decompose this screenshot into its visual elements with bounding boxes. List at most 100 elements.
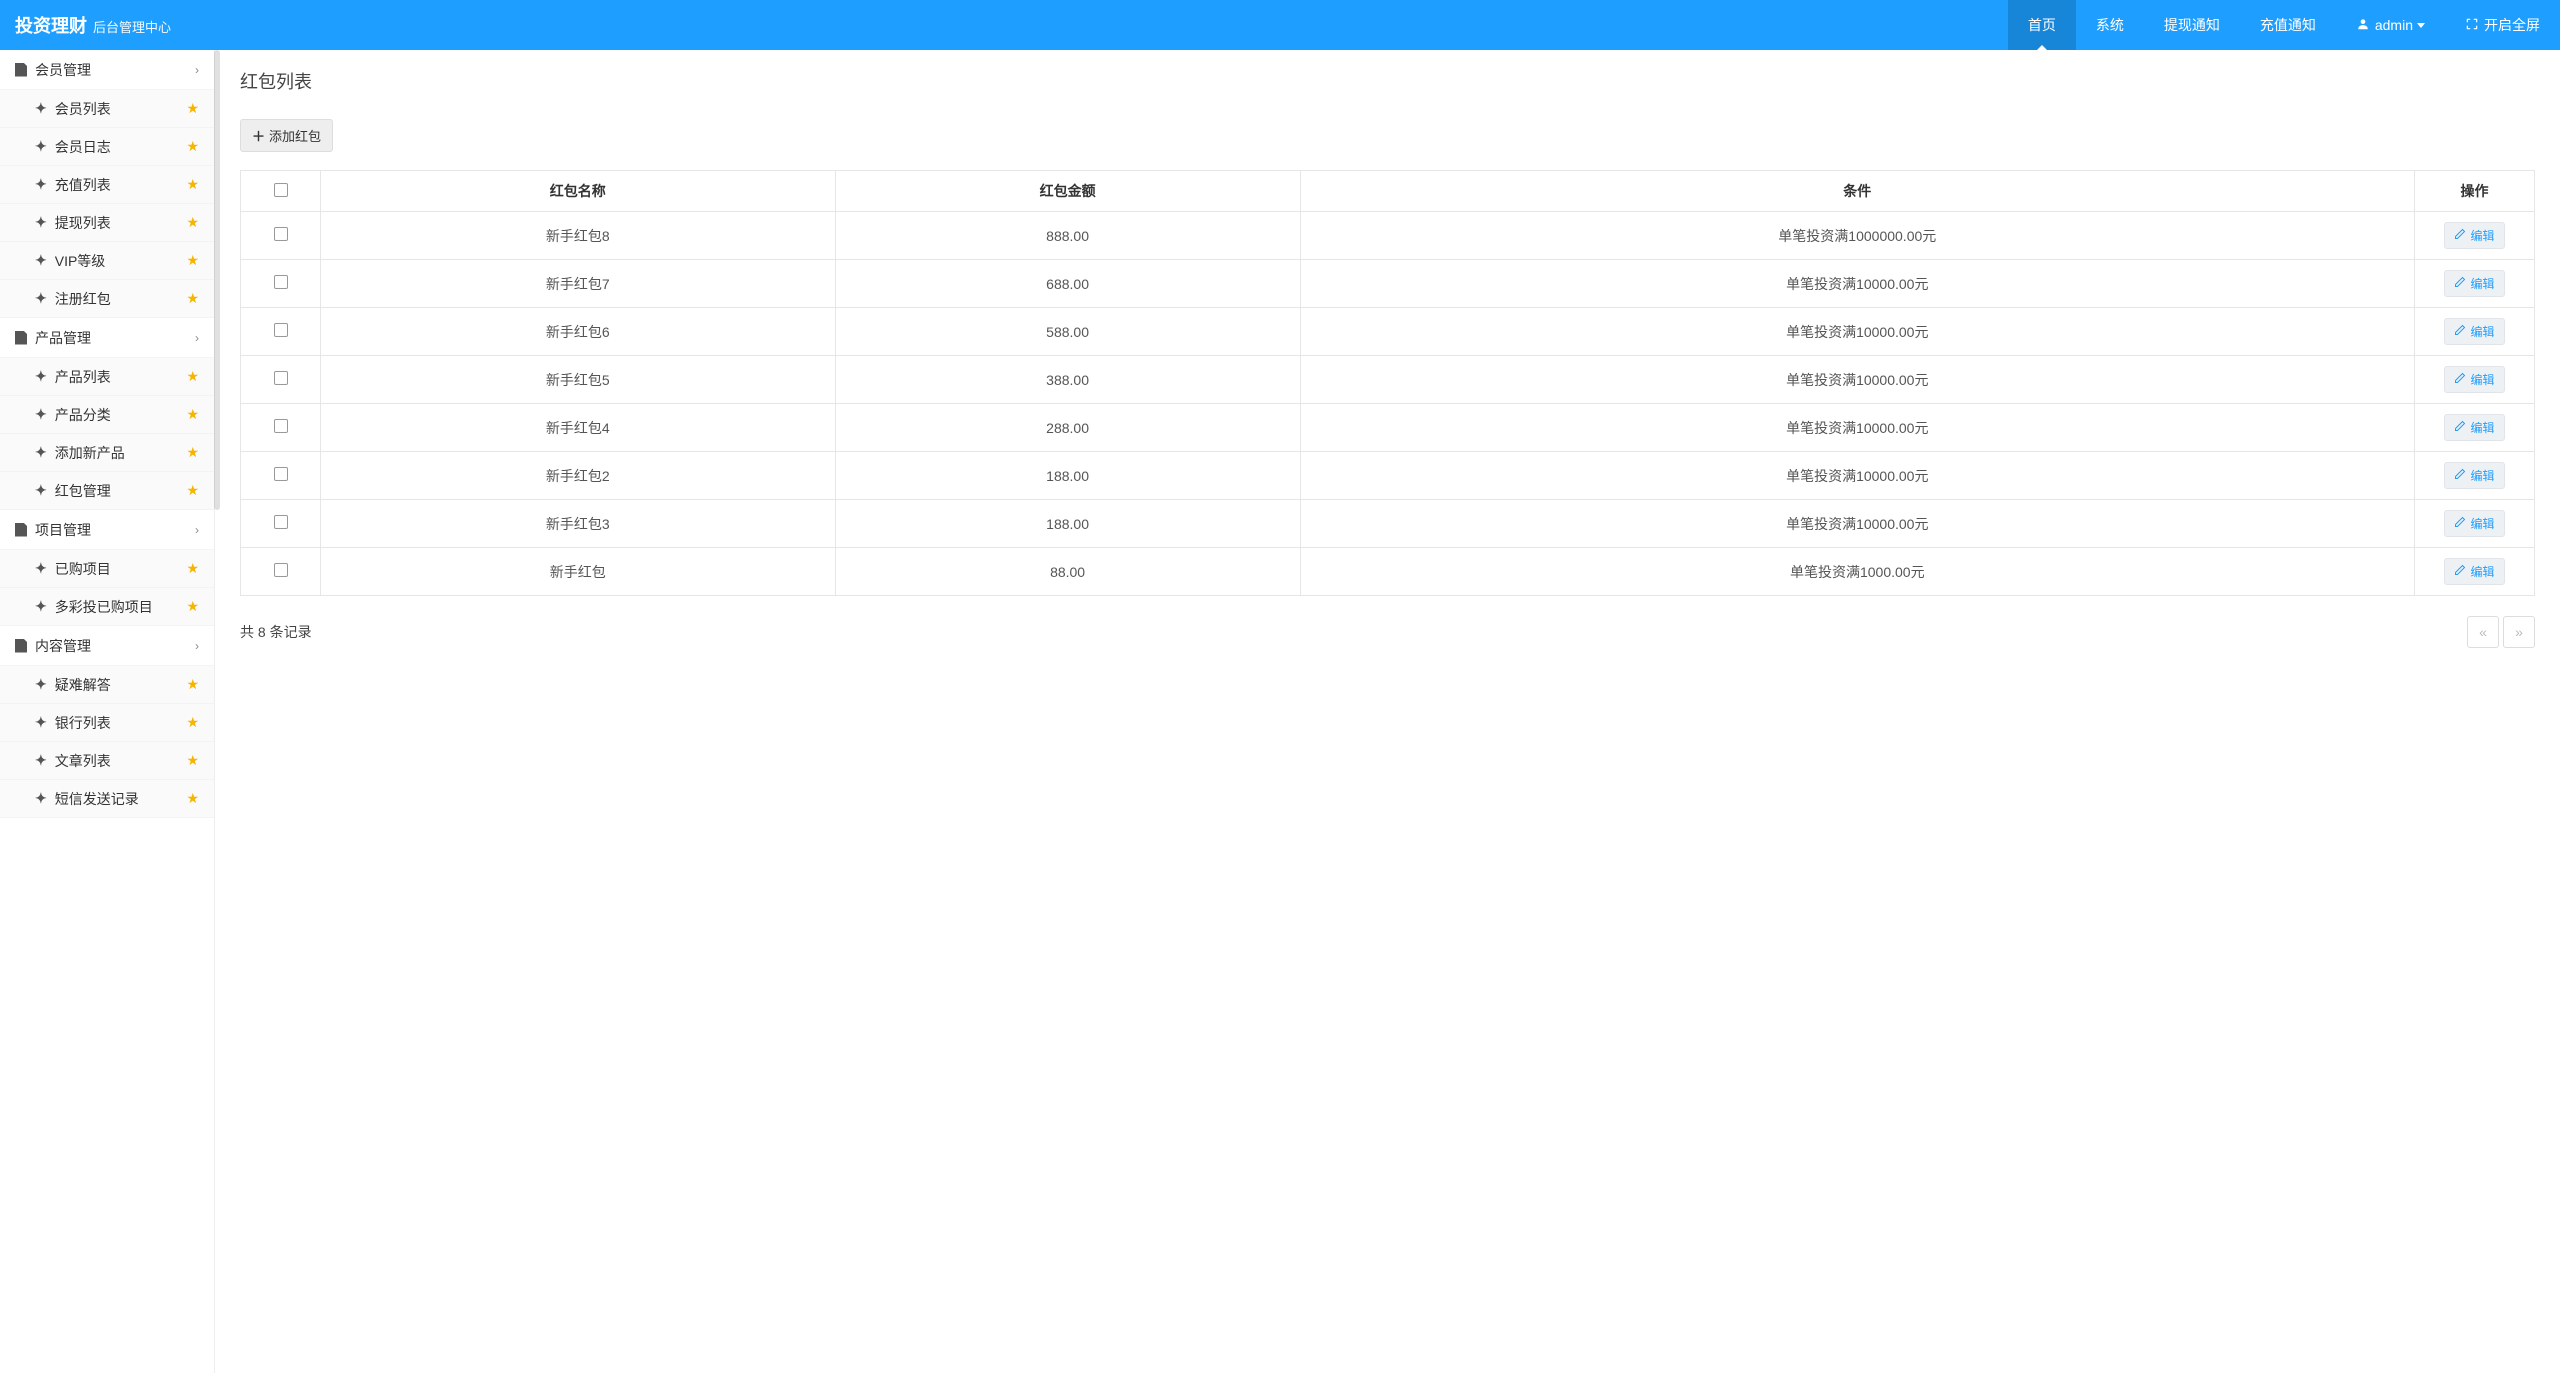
pager-prev[interactable]: « <box>2467 616 2499 648</box>
edit-button[interactable]: 编辑 <box>2444 510 2504 537</box>
pencil-icon <box>2454 468 2466 483</box>
edit-button[interactable]: 编辑 <box>2444 558 2504 585</box>
fullscreen-button[interactable]: 开启全屏 <box>2445 0 2560 50</box>
select-all-checkbox[interactable] <box>274 183 288 197</box>
menu-item-label: 文章列表 <box>55 751 111 771</box>
menu-group-2[interactable]: 项目管理› <box>0 510 214 550</box>
menu-item-0-2[interactable]: ✦充值列表★ <box>0 166 214 204</box>
menu-item-0-5[interactable]: ✦注册红包★ <box>0 280 214 318</box>
row-checkbox[interactable] <box>274 371 288 385</box>
nav-item-3[interactable]: 充值通知 <box>2240 0 2336 50</box>
menu-item-label: 红包管理 <box>55 481 111 501</box>
menu-item-label: 注册红包 <box>55 289 111 309</box>
pencil-icon <box>2454 228 2466 243</box>
menu-item-label: 充值列表 <box>55 175 111 195</box>
puzzle-icon: ✦ <box>35 100 47 117</box>
menu-item-1-1[interactable]: ✦产品分类★ <box>0 396 214 434</box>
cell-amount: 188.00 <box>835 452 1300 500</box>
cell-condition: 单笔投资满10000.00元 <box>1300 500 2414 548</box>
menu-item-label: VIP等级 <box>55 251 106 271</box>
row-checkbox[interactable] <box>274 227 288 241</box>
menu-item-3-2[interactable]: ✦文章列表★ <box>0 742 214 780</box>
cell-amount: 888.00 <box>835 212 1300 260</box>
menu-item-3-0[interactable]: ✦疑难解答★ <box>0 666 214 704</box>
edit-button[interactable]: 编辑 <box>2444 222 2504 249</box>
edit-label: 编辑 <box>2470 227 2494 244</box>
menu-item-0-1[interactable]: ✦会员日志★ <box>0 128 214 166</box>
menu-item-3-1[interactable]: ✦银行列表★ <box>0 704 214 742</box>
chevron-right-icon: › <box>195 639 199 653</box>
row-checkbox[interactable] <box>274 275 288 289</box>
sidebar: 会员管理›✦会员列表★✦会员日志★✦充值列表★✦提现列表★✦VIP等级★✦注册红… <box>0 50 215 1373</box>
nav-item-2[interactable]: 提现通知 <box>2144 0 2240 50</box>
brand-title: 投资理财 <box>15 12 87 38</box>
menu-item-2-0[interactable]: ✦已购项目★ <box>0 550 214 588</box>
menu-item-label: 多彩投已购项目 <box>55 597 153 617</box>
star-icon: ★ <box>186 790 199 807</box>
cell-amount: 688.00 <box>835 260 1300 308</box>
pager-next[interactable]: » <box>2503 616 2535 648</box>
puzzle-icon: ✦ <box>35 714 47 731</box>
th-amount: 红包金额 <box>835 171 1300 212</box>
cell-name: 新手红包5 <box>321 356 836 404</box>
puzzle-icon: ✦ <box>35 560 47 577</box>
edit-button[interactable]: 编辑 <box>2444 414 2504 441</box>
row-checkbox[interactable] <box>274 467 288 481</box>
nav-label: 首页 <box>2028 15 2056 35</box>
cell-name: 新手红包3 <box>321 500 836 548</box>
redpacket-table: 红包名称 红包金额 条件 操作 新手红包8888.00单笔投资满1000000.… <box>240 170 2535 596</box>
menu-group-3[interactable]: 内容管理› <box>0 626 214 666</box>
puzzle-icon: ✦ <box>35 752 47 769</box>
cell-condition: 单笔投资满10000.00元 <box>1300 356 2414 404</box>
menu-item-label: 产品分类 <box>55 405 111 425</box>
cell-name: 新手红包8 <box>321 212 836 260</box>
puzzle-icon: ✦ <box>35 290 47 307</box>
menu-item-2-1[interactable]: ✦ 多彩投已购项目 ★ <box>0 588 214 626</box>
menu-item-1-2[interactable]: ✦添加新产品★ <box>0 434 214 472</box>
table-footer: 共 8 条记录 « » <box>240 616 2535 648</box>
nav-item-1[interactable]: 系统 <box>2076 0 2144 50</box>
menu-group-0[interactable]: 会员管理› <box>0 50 214 90</box>
cell-name: 新手红包6 <box>321 308 836 356</box>
cell-amount: 88.00 <box>835 548 1300 596</box>
puzzle-icon: ✦ <box>35 676 47 693</box>
edit-label: 编辑 <box>2470 419 2494 436</box>
row-checkbox[interactable] <box>274 323 288 337</box>
th-name: 红包名称 <box>321 171 836 212</box>
puzzle-icon: ✦ <box>35 482 47 499</box>
menu-group-1[interactable]: 产品管理› <box>0 318 214 358</box>
menu-item-3-3[interactable]: ✦短信发送记录★ <box>0 780 214 818</box>
menu-item-1-3[interactable]: ✦红包管理★ <box>0 472 214 510</box>
menu-group-label: 会员管理 <box>35 60 91 80</box>
menu-item-0-0[interactable]: ✦会员列表★ <box>0 90 214 128</box>
menu-item-label: 疑难解答 <box>55 675 111 695</box>
cell-name: 新手红包7 <box>321 260 836 308</box>
row-checkbox[interactable] <box>274 563 288 577</box>
menu-item-0-3[interactable]: ✦提现列表★ <box>0 204 214 242</box>
user-name: admin <box>2375 17 2413 33</box>
puzzle-icon: ✦ <box>35 598 47 615</box>
menu-group-label: 产品管理 <box>35 328 91 348</box>
add-redpacket-button[interactable]: ＋ 添加红包 <box>240 119 333 152</box>
row-checkbox[interactable] <box>274 419 288 433</box>
cell-amount: 288.00 <box>835 404 1300 452</box>
star-icon: ★ <box>186 598 199 615</box>
edit-button[interactable]: 编辑 <box>2444 462 2504 489</box>
edit-button[interactable]: 编辑 <box>2444 366 2504 393</box>
menu-item-0-4[interactable]: ✦VIP等级★ <box>0 242 214 280</box>
edit-label: 编辑 <box>2470 515 2494 532</box>
star-icon: ★ <box>186 444 199 461</box>
menu-item-1-0[interactable]: ✦产品列表★ <box>0 358 214 396</box>
user-menu[interactable]: admin <box>2336 0 2445 50</box>
row-checkbox[interactable] <box>274 515 288 529</box>
record-count: 共 8 条记录 <box>240 622 312 642</box>
puzzle-icon: ✦ <box>35 138 47 155</box>
star-icon: ★ <box>186 100 199 117</box>
pencil-icon <box>2454 516 2466 531</box>
cell-condition: 单笔投资满10000.00元 <box>1300 308 2414 356</box>
edit-button[interactable]: 编辑 <box>2444 318 2504 345</box>
nav-item-0[interactable]: 首页 <box>2008 0 2076 50</box>
table-row: 新手红包3188.00单笔投资满10000.00元编辑 <box>241 500 2535 548</box>
edit-button[interactable]: 编辑 <box>2444 270 2504 297</box>
star-icon: ★ <box>186 368 199 385</box>
